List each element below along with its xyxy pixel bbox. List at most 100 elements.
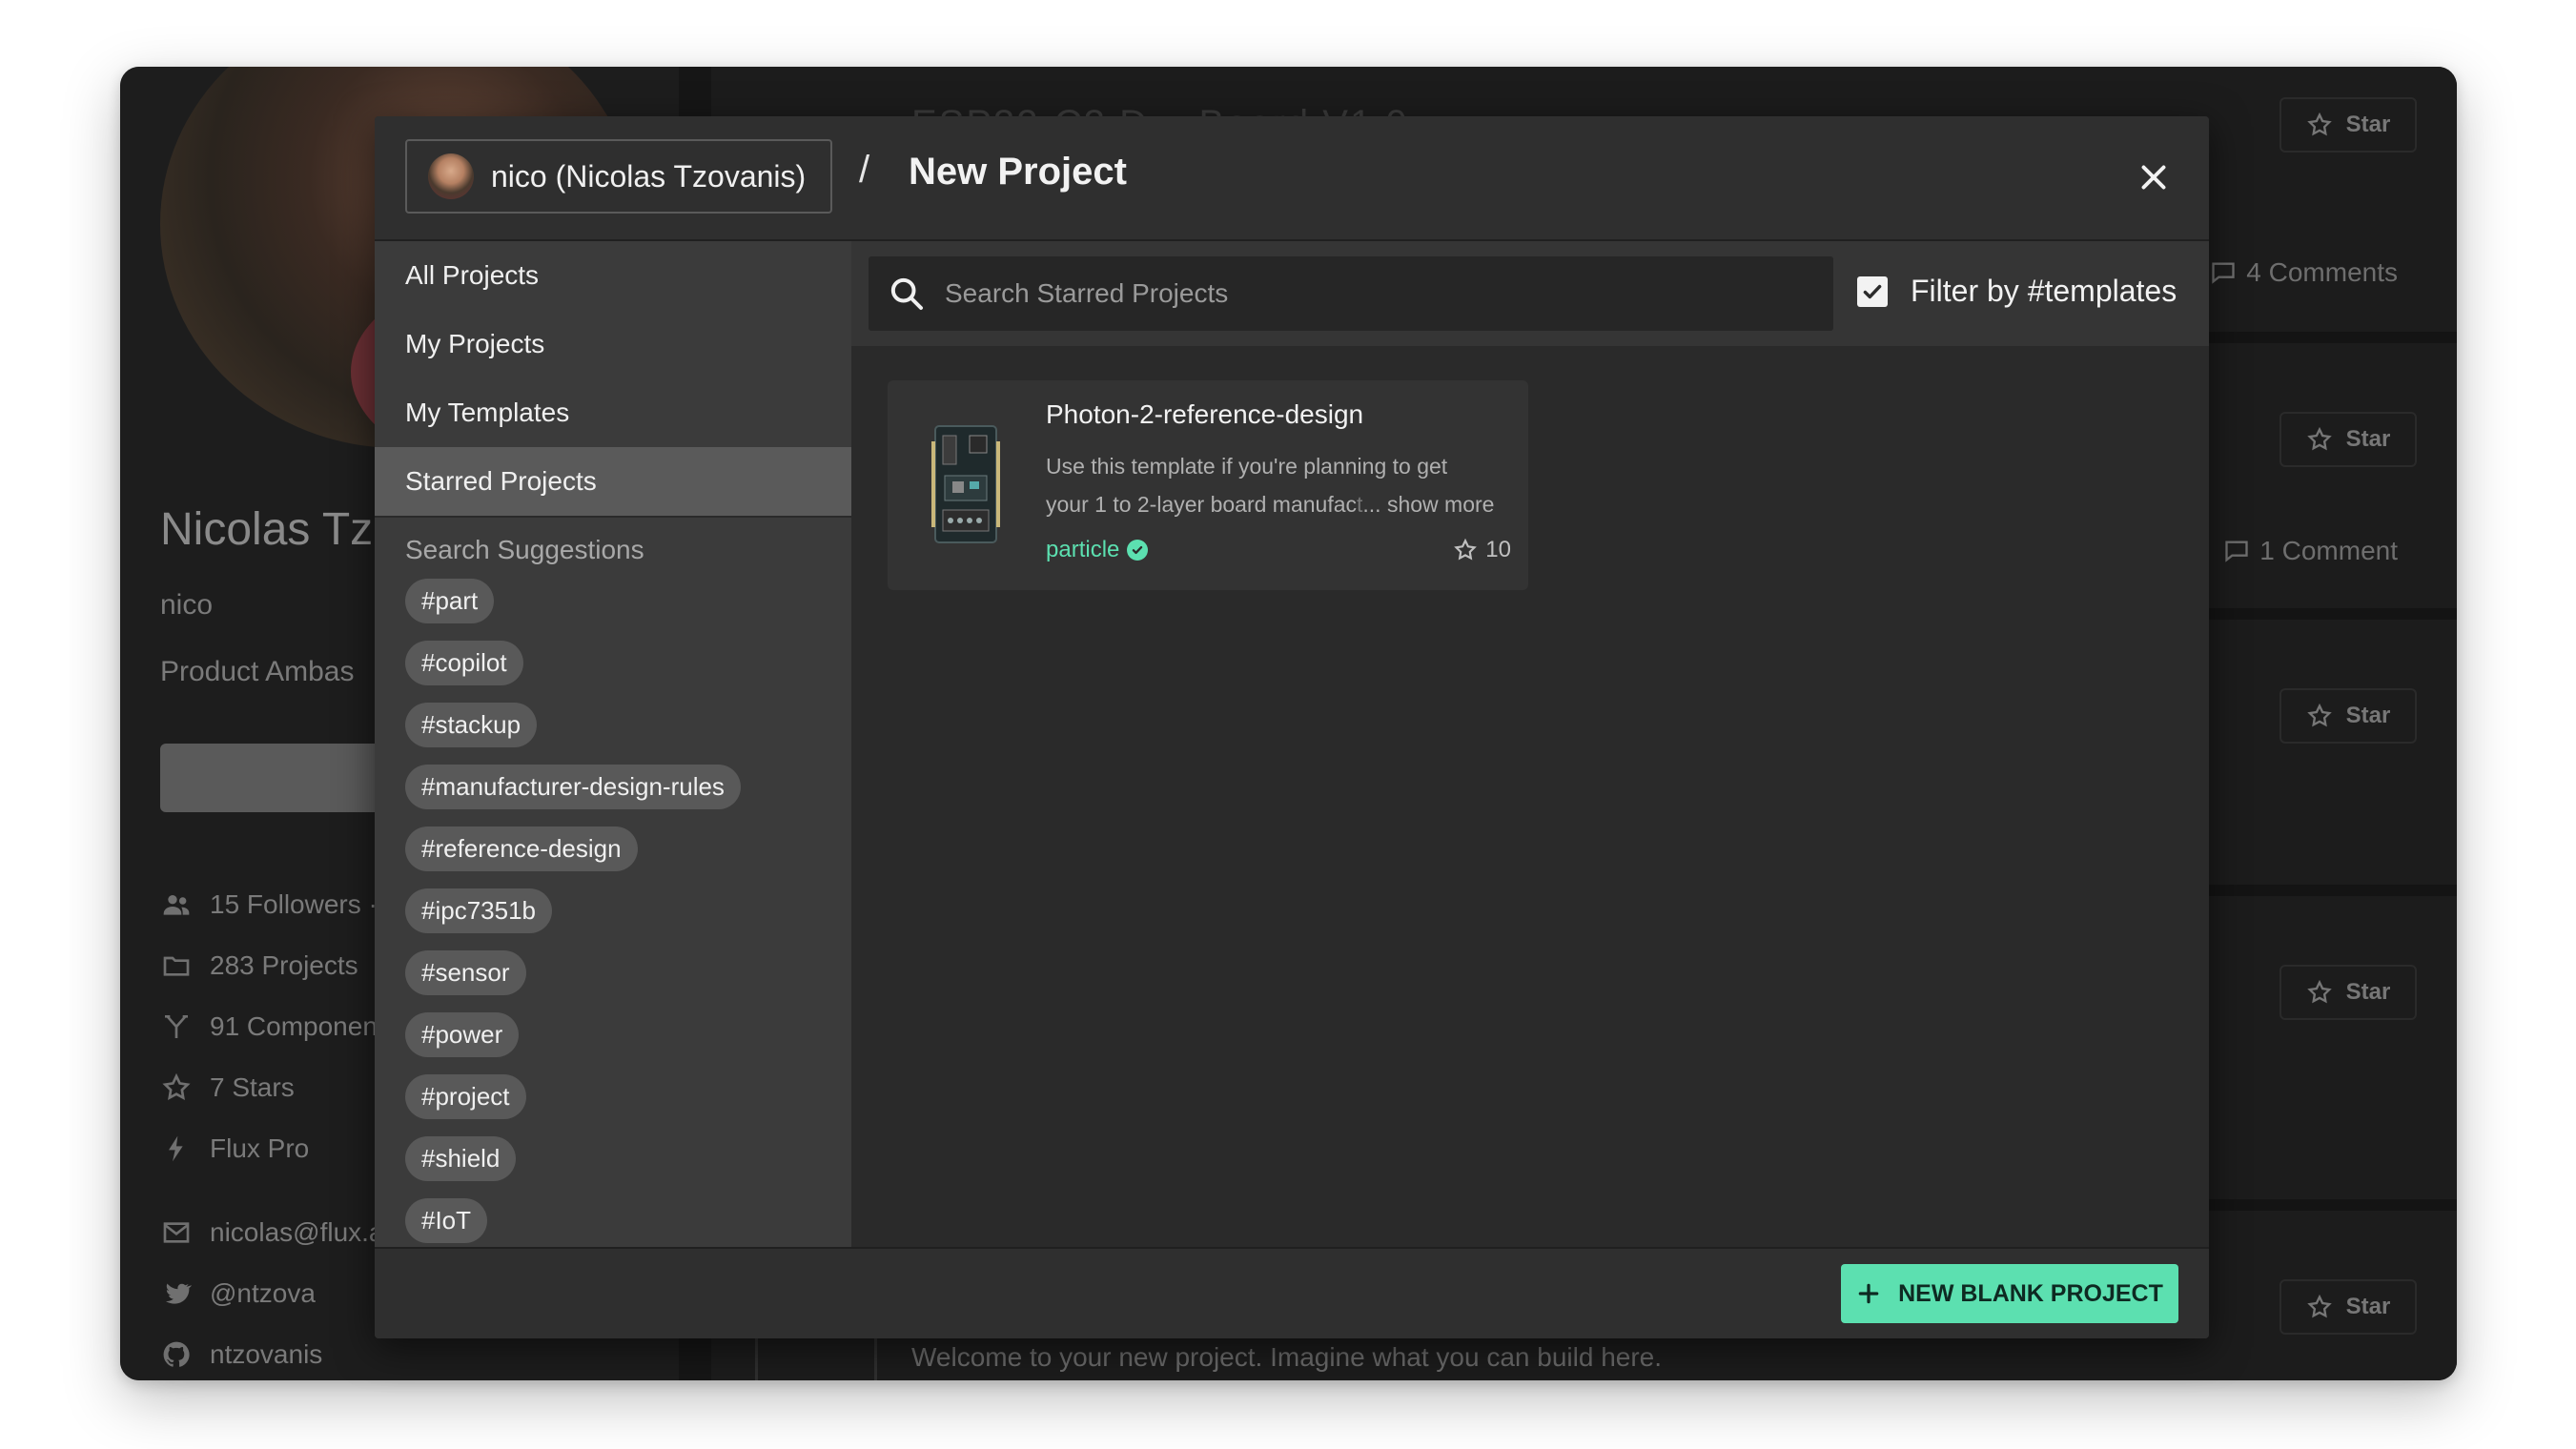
- filter-checkbox[interactable]: [1857, 276, 1888, 307]
- modal-title: New Project: [909, 151, 1127, 193]
- nav-my-templates[interactable]: My Templates: [375, 378, 851, 447]
- star-outline-icon: [1454, 538, 1478, 561]
- comment-icon: [2212, 262, 2235, 284]
- tag-chip[interactable]: #copilot: [405, 641, 523, 685]
- star-outline-icon: [2306, 1294, 2332, 1318]
- profile-name: Nicolas Tz: [160, 504, 374, 555]
- close-icon[interactable]: [2136, 160, 2171, 194]
- comment-icon: [2225, 541, 2248, 562]
- star-button[interactable]: Star: [2280, 1279, 2417, 1335]
- comments-count[interactable]: 1 Comment: [2223, 536, 2398, 566]
- search-box[interactable]: [869, 256, 1833, 331]
- tag-chip[interactable]: #IoT: [405, 1198, 488, 1243]
- github-link[interactable]: ntzovanis: [160, 1338, 322, 1371]
- star-button[interactable]: Star: [2280, 965, 2417, 1020]
- card-desc-line: your 1 to 2-layer board manufact... show…: [1046, 485, 1519, 523]
- email-link[interactable]: nicolas@flux.a: [160, 1216, 384, 1249]
- components-label: 91 Componen: [210, 1011, 378, 1041]
- search-icon: [888, 275, 926, 313]
- nav-all-projects[interactable]: All Projects: [375, 241, 851, 310]
- star-icon: [160, 1071, 193, 1104]
- mail-icon: [160, 1216, 193, 1249]
- board-thumbnail: [928, 422, 1004, 546]
- verified-icon: [1127, 540, 1149, 561]
- flux-pro-stat: Flux Pro: [160, 1133, 309, 1165]
- profile-handle: nico: [160, 589, 214, 621]
- tag-chip[interactable]: #manufacturer-design-rules: [405, 765, 741, 809]
- profile-role: Product Ambas: [160, 656, 355, 687]
- card-description: Use this template if you're planning to …: [1046, 447, 1519, 523]
- search-input[interactable]: [945, 278, 1803, 309]
- github-label: ntzovanis: [210, 1339, 323, 1369]
- stars-stat[interactable]: 7 Stars: [160, 1071, 295, 1104]
- star-button[interactable]: Star: [2280, 412, 2417, 467]
- stars-label: 7 Stars: [210, 1072, 295, 1102]
- card-desc-text: your 1 to 2-layer board manufac: [1046, 492, 1358, 517]
- github-icon: [160, 1338, 193, 1371]
- filter-label: Filter by #templates: [1911, 274, 2177, 308]
- star-outline-icon: [2306, 426, 2332, 451]
- twitter-label: @ntzova: [210, 1278, 316, 1308]
- filter-templates-toggle[interactable]: Filter by #templates: [1857, 274, 2177, 309]
- comments-label: 4 Comments: [2246, 257, 2398, 287]
- star-button[interactable]: Star: [2280, 97, 2417, 153]
- show-more-link[interactable]: ... show more: [1362, 492, 1494, 517]
- star-label: Star: [2345, 1294, 2391, 1319]
- tag-chip[interactable]: #project: [405, 1074, 526, 1119]
- checkmark-icon: [1863, 284, 1882, 298]
- card-owner[interactable]: particle: [1046, 537, 1149, 563]
- tag-chip[interactable]: #power: [405, 1012, 520, 1057]
- star-button[interactable]: Star: [2280, 688, 2417, 744]
- star-outline-icon: [2306, 112, 2332, 136]
- projects-label: 283 Projects: [210, 950, 358, 980]
- nav-starred-projects[interactable]: Starred Projects: [375, 447, 851, 516]
- card-owner-name: particle: [1046, 537, 1120, 562]
- bolt-icon: [160, 1133, 193, 1165]
- star-outline-icon: [2306, 979, 2332, 1004]
- card-stars[interactable]: 10: [1453, 537, 1511, 563]
- breadcrumb-separator: /: [859, 149, 870, 191]
- owner-avatar: [428, 153, 474, 199]
- star-label: Star: [2345, 979, 2391, 1005]
- fork-icon: [160, 1010, 193, 1043]
- modal-footer: NEW BLANK PROJECT: [375, 1247, 2209, 1338]
- email-label: nicolas@flux.a: [210, 1217, 384, 1247]
- search-suggestions-heading: Search Suggestions: [405, 535, 644, 564]
- welcome-text: Welcome to your new project. Imagine wha…: [911, 1342, 1663, 1372]
- followers-label: 15 Followers ·: [210, 889, 378, 919]
- tag-chip[interactable]: #sensor: [405, 950, 526, 995]
- tag-chip[interactable]: #shield: [405, 1136, 517, 1181]
- owner-selector[interactable]: nico (Nicolas Tzovanis): [405, 139, 832, 214]
- new-project-modal: nico (Nicolas Tzovanis) / New Project Al…: [375, 116, 2209, 1338]
- search-toolbar: Filter by #templates: [851, 241, 2209, 346]
- twitter-link[interactable]: @ntzova: [160, 1277, 316, 1310]
- components-stat[interactable]: 91 Componen: [160, 1010, 378, 1043]
- owner-name: nico (Nicolas Tzovanis): [491, 158, 807, 194]
- plus-icon: [1858, 1283, 1879, 1304]
- suggestion-tags: #part #copilot #stackup #manufacturer-de…: [375, 579, 851, 1243]
- new-blank-project-label: NEW BLANK PROJECT: [1898, 1279, 2163, 1307]
- new-blank-project-button[interactable]: NEW BLANK PROJECT: [1841, 1264, 2178, 1323]
- star-outline-icon: [2306, 703, 2332, 727]
- tag-chip[interactable]: #part: [405, 579, 495, 623]
- nav-my-projects[interactable]: My Projects: [375, 310, 851, 378]
- card-desc-line: Use this template if you're planning to …: [1046, 454, 1448, 479]
- project-card[interactable]: Photon-2-reference-design Use this templ…: [888, 380, 1528, 590]
- followers-icon: [160, 888, 193, 921]
- flux-pro-label: Flux Pro: [210, 1133, 310, 1163]
- star-count: 10: [1485, 537, 1511, 562]
- tag-chip[interactable]: #ipc7351b: [405, 888, 552, 933]
- modal-content: Filter by #templates: [851, 241, 2209, 1247]
- comments-count[interactable]: 4 Comments: [2210, 257, 2398, 288]
- tag-chip[interactable]: #stackup: [405, 703, 538, 747]
- card-title[interactable]: Photon-2-reference-design: [1046, 399, 1363, 430]
- modal-sidebar: All Projects My Projects My Templates St…: [375, 241, 851, 1247]
- projects-stat[interactable]: 283 Projects: [160, 949, 358, 982]
- comments-label: 1 Comment: [2259, 536, 2398, 565]
- star-label: Star: [2345, 426, 2391, 452]
- modal-header: nico (Nicolas Tzovanis) / New Project: [375, 116, 2209, 241]
- star-label: Star: [2345, 112, 2391, 137]
- folder-icon: [160, 949, 193, 982]
- tag-chip[interactable]: #reference-design: [405, 827, 638, 871]
- followers-stat[interactable]: 15 Followers ·: [160, 888, 378, 921]
